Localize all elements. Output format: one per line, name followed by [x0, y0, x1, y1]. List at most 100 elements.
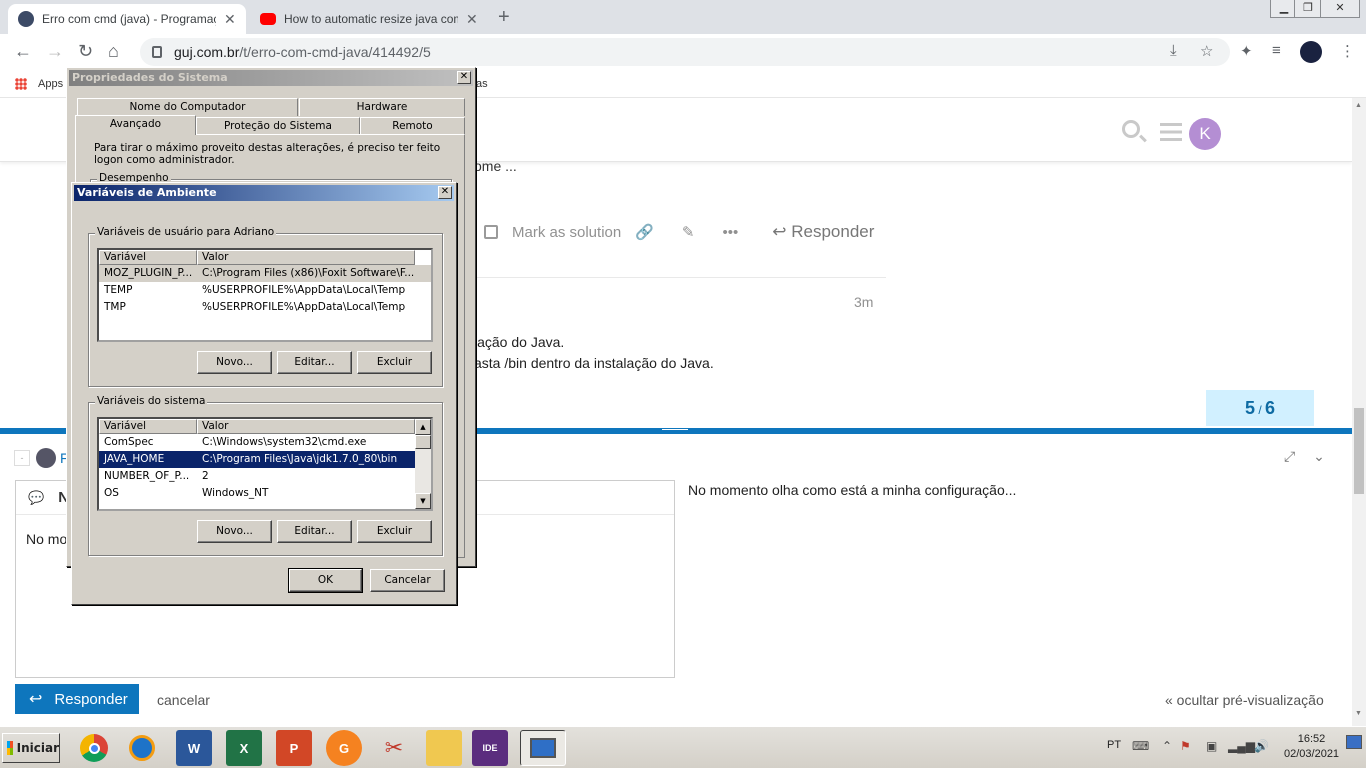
- volume-icon[interactable]: 🔊: [1254, 739, 1269, 753]
- column-header-variable[interactable]: Variável: [99, 419, 197, 434]
- windows-taskbar: Iniciar W X P G ✂ IDE PT ⌨ ⌃ ⚑ ▣ ▂▄▆ 🔊 1…: [0, 726, 1366, 768]
- scroll-thumb[interactable]: [415, 435, 431, 449]
- system-delete-button[interactable]: Excluir: [357, 520, 432, 543]
- list-item[interactable]: MOZ_PLUGIN_P... C:\Program Files (x86)\F…: [99, 265, 431, 282]
- list-header: Variável Valor: [99, 250, 431, 265]
- tab-guj[interactable]: Erro com cmd (java) - Programação ✕: [8, 4, 246, 34]
- scroll-down-icon[interactable]: ▼: [1355, 710, 1362, 717]
- java-ee-ide-icon[interactable]: IDE: [472, 730, 508, 766]
- quote-bubble-icon[interactable]: 💬: [28, 490, 44, 506]
- reply-label: Responder: [791, 222, 875, 241]
- cancel-link[interactable]: cancelar: [157, 692, 210, 708]
- forward-icon[interactable]: →: [46, 41, 64, 62]
- close-tab-icon[interactable]: ✕: [224, 11, 236, 28]
- hide-preview-link[interactable]: « ocultar pré-visualização: [1165, 692, 1324, 708]
- ok-button[interactable]: OK: [288, 568, 363, 593]
- scroll-up-arrow-icon[interactable]: ▲: [415, 419, 431, 435]
- user-new-button[interactable]: Novo...: [197, 351, 272, 374]
- tab-computer-name[interactable]: Nome do Computador: [77, 98, 298, 116]
- close-tab-icon[interactable]: ✕: [466, 11, 478, 28]
- language-indicator[interactable]: PT: [1107, 739, 1121, 751]
- powerpoint-icon[interactable]: P: [276, 730, 312, 766]
- topic-progress[interactable]: 5 / 6: [1206, 390, 1314, 426]
- file-explorer-icon[interactable]: [426, 730, 462, 766]
- close-icon[interactable]: ✕: [457, 71, 471, 84]
- network-signal-icon[interactable]: ▂▄▆: [1228, 739, 1255, 753]
- user-variables-list[interactable]: Variável Valor MOZ_PLUGIN_P... C:\Progra…: [97, 248, 433, 342]
- restore-button[interactable]: ❐: [1294, 0, 1322, 18]
- search-icon[interactable]: [1122, 120, 1140, 138]
- system-edit-button[interactable]: Editar...: [277, 520, 352, 543]
- apps-grid-icon[interactable]: [15, 78, 27, 90]
- close-icon[interactable]: ✕: [438, 186, 452, 199]
- system-properties-icon[interactable]: [520, 730, 566, 766]
- mark-solution-button[interactable]: Mark as solution: [512, 224, 621, 241]
- action-center-icon[interactable]: ⚑: [1180, 739, 1191, 753]
- new-tab-button[interactable]: +: [498, 6, 510, 29]
- bookmark-item[interactable]: as: [476, 78, 488, 90]
- list-item[interactable]: TEMP %USERPROFILE%\AppData\Local\Temp: [99, 282, 431, 299]
- back-icon[interactable]: ←: [14, 41, 32, 62]
- scroll-up-icon[interactable]: ▲: [1355, 102, 1362, 109]
- keyboard-icon[interactable]: ⌨: [1132, 739, 1149, 753]
- url-path: /t/erro-com-cmd-java/414492/5: [239, 44, 431, 60]
- collapse-chevron-icon[interactable]: ⌄: [1313, 448, 1325, 464]
- extensions-icon[interactable]: ✦: [1240, 42, 1253, 60]
- tab-system-protection[interactable]: Proteção do Sistema: [196, 117, 360, 135]
- bookmark-star-icon[interactable]: ☆: [1200, 42, 1213, 60]
- start-button[interactable]: Iniciar: [2, 733, 60, 763]
- list-item[interactable]: TMP %USERPROFILE%\AppData\Local\Temp: [99, 299, 431, 316]
- excel-icon[interactable]: X: [226, 730, 262, 766]
- show-hidden-icons-icon[interactable]: ⌃: [1162, 739, 1172, 753]
- media-player-icon[interactable]: [124, 730, 160, 766]
- profile-avatar[interactable]: [1300, 41, 1322, 63]
- user-edit-button[interactable]: Editar...: [277, 351, 352, 374]
- cancel-button[interactable]: Cancelar: [370, 569, 445, 592]
- system-clock[interactable]: 16:52 02/03/2021: [1284, 732, 1339, 762]
- scroll-thumb[interactable]: [1354, 408, 1364, 494]
- reply-link[interactable]: ↩ Responder: [772, 222, 874, 242]
- list-item[interactable]: NUMBER_OF_P... 2: [99, 468, 415, 485]
- scroll-down-arrow-icon[interactable]: ▼: [415, 493, 431, 509]
- system-variables-list[interactable]: Variável Valor ComSpec C:\Windows\system…: [97, 417, 433, 511]
- hamburger-menu-icon[interactable]: [1160, 123, 1182, 141]
- user-avatar[interactable]: K: [1189, 118, 1221, 150]
- dialog-title: Propriedades do Sistema: [72, 71, 228, 84]
- reply-options-button[interactable]: -: [14, 450, 30, 466]
- media-control-icon[interactable]: ≡: [1272, 42, 1281, 59]
- list-scrollbar[interactable]: ▲ ▼: [415, 419, 431, 509]
- snipping-tool-icon[interactable]: ✂: [376, 730, 412, 766]
- reload-icon[interactable]: ↻: [78, 41, 93, 62]
- list-item-selected[interactable]: JAVA_HOME C:\Program Files\Java\jdk1.7.0…: [99, 451, 415, 468]
- list-item[interactable]: OS Windows_NT: [99, 485, 415, 502]
- column-header-value[interactable]: Valor: [197, 250, 415, 265]
- bookmark-apps[interactable]: Apps: [38, 78, 63, 90]
- chrome-icon[interactable]: [76, 730, 112, 766]
- tab-remote[interactable]: Remoto: [360, 117, 465, 135]
- expand-icon[interactable]: ⤢: [1284, 448, 1295, 464]
- system-new-button[interactable]: Novo...: [197, 520, 272, 543]
- more-options-icon[interactable]: •••: [722, 224, 738, 241]
- group-label: Variáveis do sistema: [95, 395, 208, 407]
- column-header-variable[interactable]: Variável: [99, 250, 197, 265]
- list-item[interactable]: ComSpec C:\Windows\system32\cmd.exe: [99, 434, 415, 451]
- window-close-button[interactable]: ✕: [1320, 0, 1360, 18]
- column-header-value[interactable]: Valor: [197, 419, 415, 434]
- tab-advanced[interactable]: Avançado: [75, 115, 196, 135]
- user-delete-button[interactable]: Excluir: [357, 351, 432, 374]
- link-icon[interactable]: 🔗: [635, 223, 654, 241]
- tab-hardware[interactable]: Hardware: [299, 98, 465, 116]
- show-desktop-icon[interactable]: [1346, 735, 1362, 749]
- checkbox-icon[interactable]: [484, 225, 498, 239]
- install-icon[interactable]: ⤓: [1170, 42, 1177, 59]
- removable-device-icon[interactable]: ▣: [1206, 739, 1217, 753]
- address-bar[interactable]: guj.com.br/t/erro-com-cmd-java/414492/5: [140, 38, 1230, 66]
- word-icon[interactable]: W: [176, 730, 212, 766]
- foxit-pdf-icon[interactable]: G: [326, 730, 362, 766]
- tab-youtube[interactable]: How to automatic resize java compo ✕: [250, 4, 488, 34]
- submit-reply-button[interactable]: ↩ Responder: [15, 684, 139, 714]
- page-scrollbar[interactable]: ▲ ▼: [1352, 98, 1366, 726]
- chrome-menu-icon[interactable]: ⋮: [1340, 42, 1355, 60]
- edit-pencil-icon[interactable]: ✎: [682, 223, 695, 241]
- home-icon[interactable]: ⌂: [108, 41, 119, 62]
